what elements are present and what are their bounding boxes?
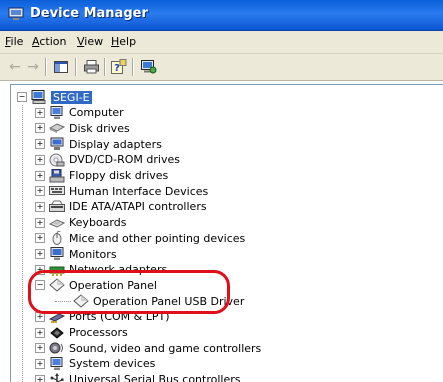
expand-icon[interactable]: + [35, 233, 45, 244]
expand-icon[interactable]: + [35, 201, 45, 212]
tree-item[interactable]: + System devices [35, 356, 155, 372]
tree-item-label: Ports (COM & LPT) [69, 310, 170, 324]
tree-item[interactable]: + Human Interface Devices [35, 183, 208, 199]
tree-item-label: Computer [69, 106, 124, 120]
tree-item[interactable]: + Processors [35, 325, 128, 341]
tree-item-label: Floppy disk drives [69, 169, 169, 182]
tree-item[interactable]: + Computer [35, 105, 124, 121]
monitor-icon [49, 247, 65, 261]
tree-item-label: Processors [69, 326, 128, 339]
menu-bar: File Action View Help [0, 31, 443, 54]
tree-item-label: IDE ATA/ATAPI controllers [69, 200, 207, 214]
forward-arrow-icon[interactable]: → [24, 58, 42, 76]
tree-item[interactable]: Operation Panel USB Driver [55, 293, 244, 309]
tree-item[interactable]: + IDE ATA/ATAPI controllers [35, 199, 207, 215]
collapse-icon[interactable]: − [35, 280, 45, 291]
expand-icon[interactable]: + [35, 249, 45, 259]
menu-view[interactable]: View [77, 35, 103, 48]
expand-icon[interactable]: + [35, 327, 45, 338]
toolbar-separator [132, 58, 134, 76]
tree-item[interactable]: + Disk drives [35, 120, 130, 136]
toolbar-separator [104, 58, 106, 76]
tree-item[interactable]: + Network adapters [35, 262, 167, 278]
expand-icon[interactable]: + [35, 154, 45, 165]
expand-icon[interactable]: + [35, 264, 45, 275]
expand-icon[interactable]: + [35, 123, 45, 134]
port-icon [49, 310, 65, 324]
scan-hardware-icon[interactable] [140, 58, 158, 76]
tree-item-label: Mice and other pointing devices [69, 231, 246, 245]
tree-connector [22, 105, 23, 382]
tree-item[interactable]: + Ports (COM & LPT) [35, 309, 170, 325]
diamond-device-icon [49, 278, 65, 293]
root-computer-icon [31, 90, 47, 104]
collapse-icon[interactable]: − [17, 92, 27, 102]
floppy-icon [49, 168, 65, 183]
tree-item[interactable]: + Keyboards [35, 215, 126, 231]
window-title: Device Manager [30, 6, 148, 21]
tree-item-label: Disk drives [69, 121, 130, 135]
device-tree[interactable]: − SEGI-E + Computer + Disk drives + Display ada… [10, 84, 443, 382]
device-manager-icon [8, 7, 24, 20]
title-bar[interactable]: Device Manager [0, 0, 443, 31]
tree-item-label: System devices [69, 357, 156, 371]
tree-item[interactable]: + Mice and other pointing devices [35, 230, 245, 246]
menu-file[interactable]: File [5, 35, 23, 48]
processor-icon [49, 326, 65, 340]
ide-controller-icon [49, 200, 65, 214]
toolbar-separator [75, 58, 77, 76]
back-arrow-icon[interactable]: ← [6, 58, 24, 76]
menu-action[interactable]: Action [32, 35, 66, 48]
expand-icon[interactable]: + [35, 358, 45, 369]
expand-icon[interactable]: + [35, 139, 45, 150]
tree-root[interactable]: − SEGI-E [17, 89, 92, 105]
diamond-device-icon [73, 294, 89, 308]
tree-item-label: Operation Panel USB Driver [93, 294, 245, 308]
cdrom-icon [49, 153, 65, 167]
expand-icon[interactable]: + [35, 107, 45, 118]
toolbar-separator [45, 58, 47, 76]
display-adapter-icon [49, 137, 65, 151]
disk-drive-icon [49, 121, 65, 135]
network-adapter-icon [49, 263, 65, 277]
tree-item-label: Network adapters [69, 263, 168, 277]
print-icon[interactable] [82, 58, 100, 76]
expand-icon[interactable]: + [35, 217, 45, 228]
expand-icon[interactable]: + [35, 170, 45, 181]
tree-item[interactable]: + Sound, video and game controllers [35, 340, 261, 356]
tree-item-label: Operation Panel [69, 278, 157, 292]
tree-item[interactable]: + Display adapters [35, 136, 162, 152]
tree-item[interactable]: + Floppy disk drives [35, 168, 168, 184]
show-hide-tree-icon[interactable] [52, 58, 70, 76]
expand-icon[interactable]: + [35, 186, 45, 197]
tree-item[interactable]: + DVD/CD-ROM drives [35, 152, 180, 168]
hid-icon [49, 184, 65, 198]
tree-item[interactable]: + Monitors [35, 246, 117, 262]
toolbar: ← → ? [0, 54, 443, 81]
svg-text:?: ? [114, 63, 120, 74]
sound-icon [49, 341, 65, 355]
tree-item-label: Display adapters [69, 137, 162, 151]
help-icon[interactable]: ? [110, 58, 128, 76]
tree-item-label: Human Interface Devices [69, 184, 209, 198]
child-connector [55, 300, 71, 302]
tree-item-label: Sound, video and game controllers [69, 341, 262, 355]
expand-icon[interactable]: + [35, 311, 45, 322]
tree-item-label: DVD/CD-ROM drives [69, 153, 180, 167]
tree-item-label: Keyboards [69, 216, 127, 230]
menu-help[interactable]: Help [111, 35, 136, 48]
tree-item[interactable]: + Universal Serial Bus controllers [35, 372, 240, 382]
tree-item-label: Monitors [69, 247, 117, 261]
expand-icon[interactable]: + [35, 343, 45, 354]
keyboard-icon [49, 216, 65, 230]
tree-item[interactable]: − Operation Panel [35, 277, 157, 293]
tree-root-label: SEGI-E [51, 90, 92, 104]
mouse-icon [49, 231, 65, 246]
computer-icon [49, 105, 65, 120]
system-device-icon [49, 356, 65, 371]
